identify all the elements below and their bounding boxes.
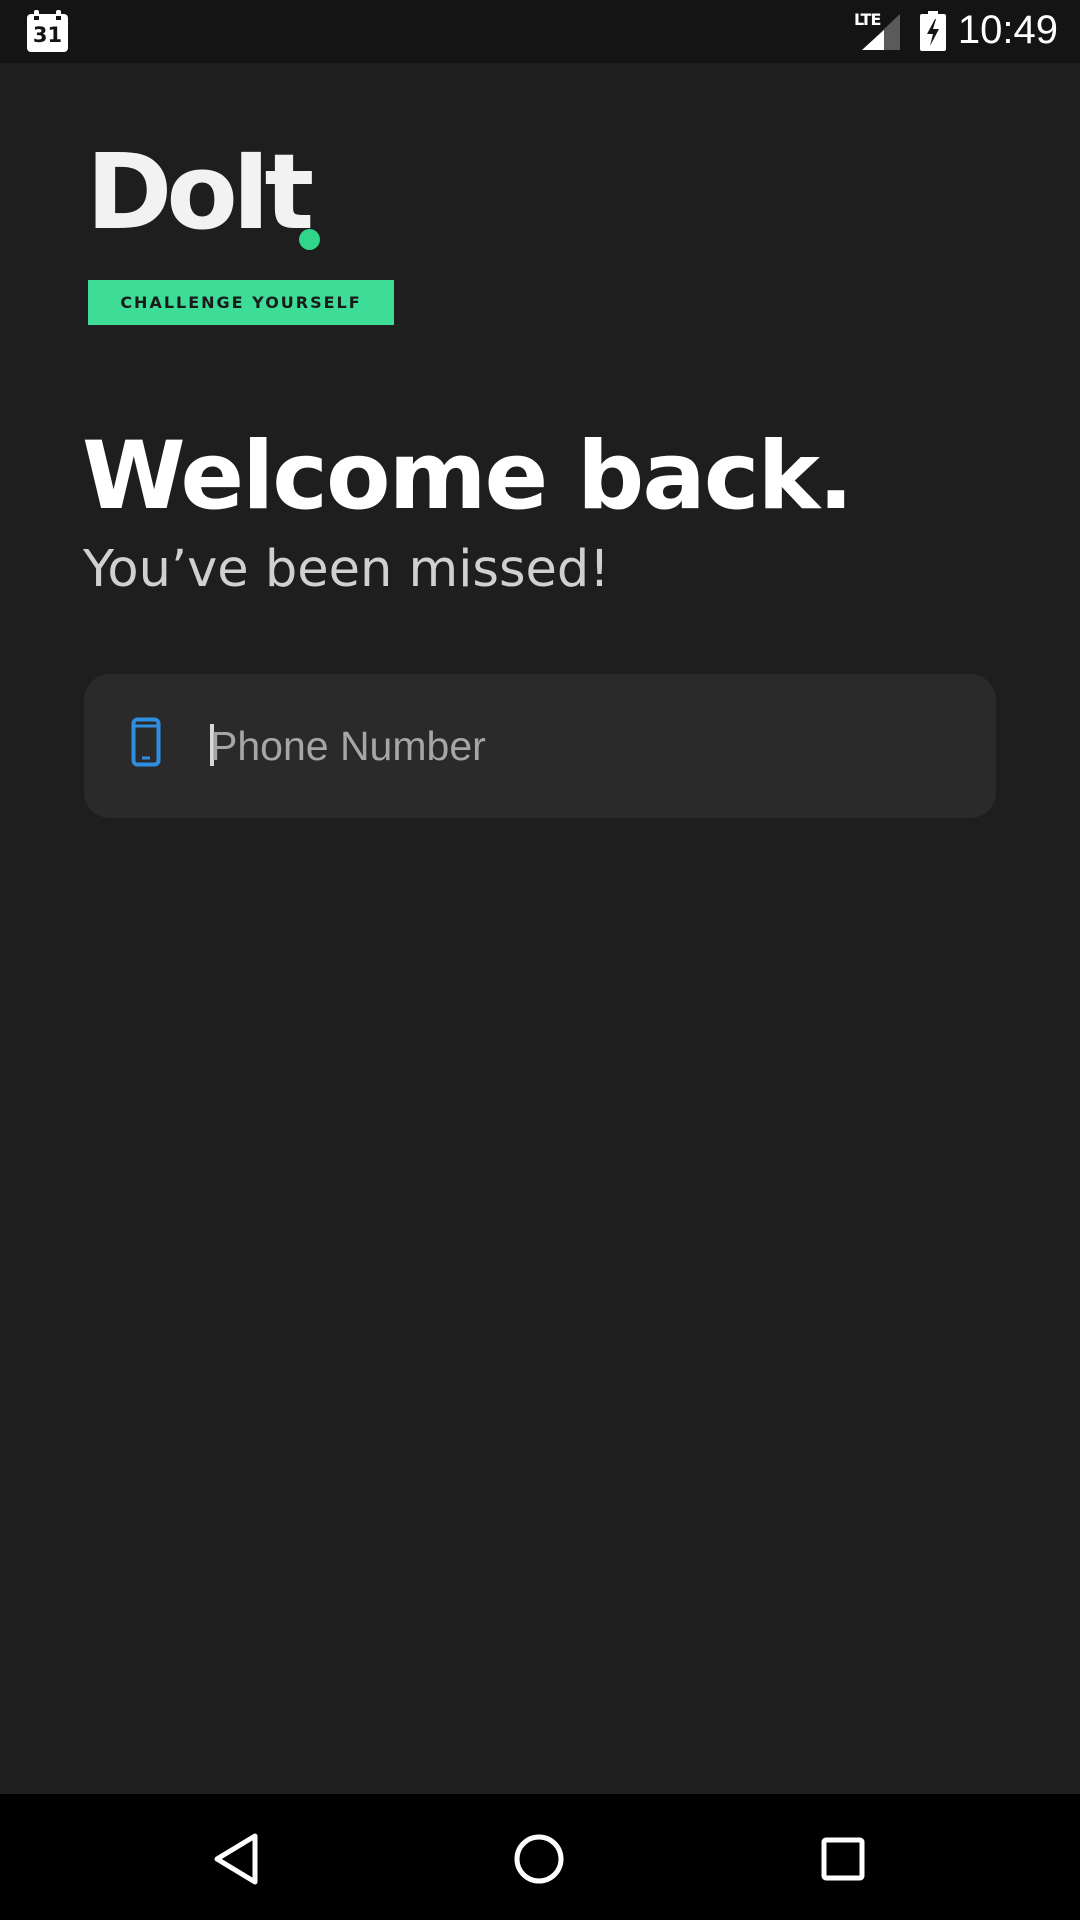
status-clock: 10:49 (957, 8, 1058, 52)
phone-number-field[interactable] (84, 674, 996, 818)
welcome-subtitle: You’ve been missed! (83, 540, 610, 599)
smartphone-icon (131, 717, 161, 767)
phone-number-input[interactable] (210, 710, 930, 782)
status-bar: 31 LTE 10:49 (0, 0, 1080, 63)
battery-charging-icon (920, 11, 946, 51)
back-icon[interactable] (201, 1824, 271, 1894)
welcome-title: Welcome back. (82, 422, 854, 531)
network-type-label: LTE (854, 10, 881, 29)
brand-tagline-badge: CHALLENGE YOURSELF (88, 280, 394, 325)
system-nav-bar (0, 1794, 1080, 1920)
home-icon[interactable] (504, 1824, 574, 1894)
calendar-icon: 31 (26, 9, 69, 53)
brand-tagline-text: CHALLENGE YOURSELF (120, 293, 362, 312)
app-logo: DoIt (86, 131, 314, 253)
logo-dot (299, 229, 320, 250)
login-screen: 31 LTE 10:49 DoIt CHALLENGE YOURSELF Wel… (0, 0, 1080, 1920)
recents-icon[interactable] (808, 1824, 878, 1894)
calendar-date-text: 31 (32, 23, 63, 47)
